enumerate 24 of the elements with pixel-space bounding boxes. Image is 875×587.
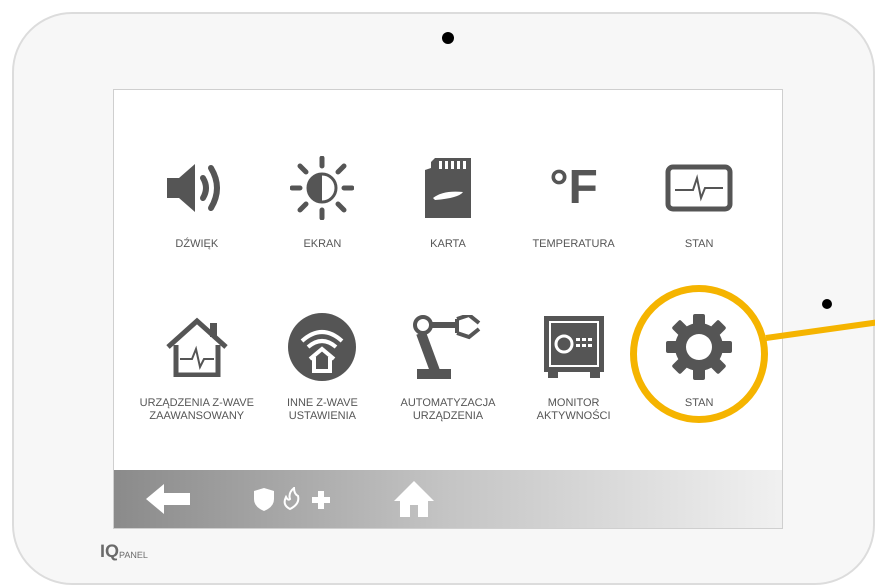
home-icon[interactable] xyxy=(394,481,434,517)
tile-label[interactable]: INNE Z-WAVE USTAWIENIA xyxy=(263,396,382,422)
tile-label[interactable]: URZĄDZENIA Z-WAVE ZAAWANSOWANY xyxy=(138,396,256,422)
safe-icon xyxy=(542,314,606,380)
wifi-house-icon xyxy=(288,312,356,380)
tile-label[interactable]: AUTOMATYZACJA URZĄDZENIA xyxy=(388,396,507,422)
settings-icon xyxy=(666,314,732,380)
robot-arm-icon xyxy=(412,314,483,378)
tile-label[interactable]: MONITOR AKTYWNOŚCI xyxy=(514,396,633,422)
sd-card-icon xyxy=(424,158,471,218)
tile-label[interactable]: DŹWIĘK xyxy=(138,238,256,251)
brand-name: PANEL xyxy=(119,551,148,560)
tile-label[interactable]: STAN xyxy=(640,238,758,251)
tablet-pulse-icon xyxy=(665,164,734,212)
fahrenheit-icon: °F xyxy=(549,164,598,212)
house-pulse-icon xyxy=(164,316,230,376)
tile-label[interactable]: EKRAN xyxy=(263,238,382,251)
emergency-icons[interactable] xyxy=(252,487,332,511)
brightness-icon xyxy=(290,156,354,220)
tile-label[interactable]: KARTA xyxy=(388,238,507,251)
back-arrow-icon[interactable] xyxy=(146,484,190,514)
tile-label[interactable]: TEMPERATURA xyxy=(514,238,633,251)
tile-label[interactable]: STAN xyxy=(640,396,758,410)
brand-mark: IQ xyxy=(100,542,120,560)
